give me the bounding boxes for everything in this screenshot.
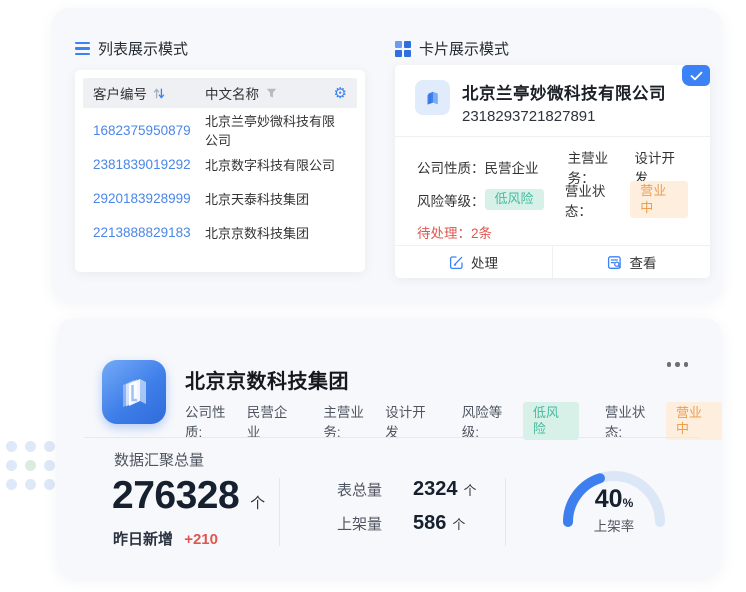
customer-id-link[interactable]: 2213888829183 (93, 225, 205, 240)
table-total-stat: 表总量 2324 个 (337, 478, 477, 512)
decoration-dot-grid (6, 441, 55, 490)
customer-id-link[interactable]: 2920183928999 (93, 191, 205, 206)
total-data-label: 数据汇聚总量 (114, 449, 204, 470)
status-badge: 营业中 (666, 402, 722, 440)
more-menu-icon[interactable] (663, 358, 693, 371)
col-customer-id-label: 客户编号 (93, 83, 147, 103)
table-row[interactable]: 2920183928999 北京天泰科技集团 (83, 181, 357, 215)
card-mode-title: 卡片展示模式 (419, 38, 509, 59)
field-risk-level: 风险等级： 低风险 (417, 189, 565, 210)
filter-icon[interactable] (266, 88, 277, 99)
pending-count: 待处理：2条 (395, 222, 710, 242)
table-header-row: 客户编号 中文名称 ⚙ (83, 78, 357, 108)
customer-name: 北京京数科技集团 (205, 223, 347, 242)
card-company-code: 2318293721827891 (462, 108, 666, 125)
shelf-rate-gauge: 40% 上架率 (555, 464, 673, 534)
customer-name: 北京数字科技有限公司 (205, 155, 347, 174)
customer-table: 客户编号 中文名称 ⚙ 1682375950879 北京兰 (75, 70, 365, 272)
book-icon (115, 373, 153, 411)
card-company-name: 北京兰亭妙微科技有限公司 (462, 80, 666, 104)
shelf-rate-unit: % (623, 496, 634, 510)
shelf-rate-label: 上架率 (555, 515, 673, 535)
company-summary-panel: 北京京数科技集团 公司性质: 民营企业 主营业务: 设计开发 风险等级: 低风险… (57, 318, 722, 578)
field-business-status: 营业状态： 营业中 (565, 180, 688, 220)
table-row[interactable]: 2213888829183 北京京数科技集团 (83, 215, 357, 249)
divider (279, 478, 280, 546)
customer-name: 北京天泰科技集团 (205, 189, 347, 208)
field-business-status: 营业状态: 营业中 (605, 401, 722, 441)
check-icon (690, 71, 703, 81)
table-row[interactable]: 1682375950879 北京兰亭妙微科技有限公司 (83, 113, 357, 147)
sort-icon[interactable] (153, 87, 165, 100)
field-main-business: 主营业务: 设计开发 (323, 401, 435, 441)
field-company-nature: 公司性质: 民营企业 (185, 401, 297, 441)
card-mode-icon (395, 41, 411, 57)
list-mode-icon (75, 42, 90, 55)
company-logo (415, 80, 450, 115)
view-button[interactable]: 查看 (553, 246, 710, 278)
field-risk-level: 风险等级: 低风险 (462, 401, 579, 441)
total-data-unit: 个 (250, 492, 265, 513)
customer-name: 北京兰亭妙微科技有限公司 (205, 111, 347, 149)
divider (84, 437, 700, 438)
table-body: 1682375950879 北京兰亭妙微科技有限公司 2381839019292… (75, 108, 365, 249)
divider (505, 478, 506, 546)
handle-button[interactable]: 处理 (395, 246, 553, 278)
display-modes-panel: 列表展示模式 客户编号 中文名称 ⚙ (52, 8, 722, 302)
company-card: 北京兰亭妙微科技有限公司 2318293721827891 公司性质：民营企业 … (395, 65, 710, 278)
shelf-rate-value: 40 (595, 485, 623, 513)
card-selected-checkbox[interactable] (682, 65, 710, 86)
customer-id-link[interactable]: 2381839019292 (93, 157, 205, 172)
table-row[interactable]: 2381839019292 北京数字科技有限公司 (83, 147, 357, 181)
customer-id-link[interactable]: 1682375950879 (93, 123, 205, 138)
view-doc-icon (607, 255, 623, 270)
list-mode-title: 列表展示模式 (98, 38, 188, 59)
card-mode-header: 卡片展示模式 (395, 38, 509, 59)
edit-icon (449, 255, 464, 270)
col-chinese-name-label: 中文名称 (205, 83, 259, 103)
field-company-nature: 公司性质：民营企业 (417, 157, 568, 177)
table-settings-gear-icon[interactable]: ⚙ (334, 86, 347, 101)
company-logo-large (102, 360, 166, 424)
company-name-title: 北京京数科技集团 (185, 365, 349, 394)
yesterday-increase: 昨日新增 +210 (113, 528, 218, 549)
status-badge: 营业中 (630, 181, 688, 219)
total-data-value: 276328 (112, 474, 239, 518)
book-icon (423, 88, 443, 108)
risk-badge: 低风险 (485, 189, 544, 210)
list-mode-header: 列表展示模式 (75, 38, 188, 59)
page: 列表展示模式 客户编号 中文名称 ⚙ (0, 0, 746, 592)
yesterday-delta: +210 (184, 531, 218, 548)
risk-badge: 低风险 (523, 402, 579, 440)
shelf-total-stat: 上架量 586 个 (337, 512, 477, 546)
